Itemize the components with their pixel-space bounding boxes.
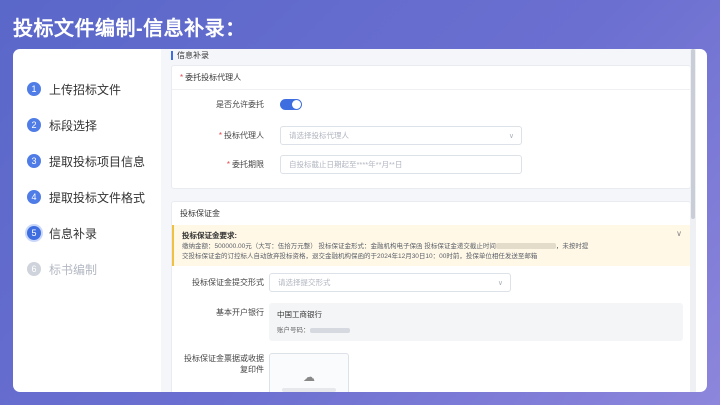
bank-account: 账户号码： (277, 324, 675, 334)
step-number: 6 (27, 262, 41, 276)
allow-delegation-toggle[interactable] (280, 99, 302, 110)
bank-name: 中国工商银行 (277, 310, 322, 319)
agent-panel-title-text: 委托投标代理人 (185, 73, 242, 82)
scrollbar[interactable] (690, 49, 696, 392)
step-label: 上传招标文件 (49, 82, 122, 97)
step-label: 提取投标项目信息 (49, 154, 146, 169)
chevron-down-icon: ∨ (508, 133, 514, 140)
deposit-form-placeholder: 请选择提交形式 (278, 278, 331, 287)
agent-panel-title: * 委托投标代理人 (172, 66, 690, 90)
step-2[interactable]: 2 标段选择 (27, 107, 157, 143)
period-label: * 委托期限 (226, 160, 264, 169)
agent-panel: * 委托投标代理人 是否允许委托 * 投标代理人 请选择投标代理人 ∨ * 委托期限 … (171, 65, 691, 189)
upload-row: 投标保证金票据或收据 复印件 ☁ (172, 353, 349, 392)
page-title: 投标文件编制-信息补录： (13, 18, 246, 40)
upload-label: 投标保证金票据或收据 复印件 (184, 354, 264, 374)
step-number: 1 (27, 82, 41, 96)
upload-dropzone[interactable]: ☁ (269, 353, 349, 392)
step-number: 4 (27, 190, 41, 204)
cloud-upload-icon: ☁ (303, 370, 315, 384)
allow-delegation-label: 是否允许委托 (216, 100, 264, 109)
deposit-form-select[interactable]: 请选择提交形式 ∨ (269, 273, 511, 292)
allow-delegation-row: 是否允许委托 (172, 99, 302, 110)
agent-select[interactable]: 请选择投标代理人 ∨ (280, 126, 522, 145)
step-label: 标书编制 (49, 262, 98, 277)
deposit-panel-title: 投标保证金 (172, 202, 690, 226)
agent-row: * 投标代理人 请选择投标代理人 ∨ (172, 126, 522, 145)
deposit-notice: 投标保证金要求: 缴纳金额：500000.00元（大写：伍拾万元整） 投标保证金… (172, 225, 692, 266)
wizard-card: 1 上传招标文件 2 标段选择 3 提取投标项目信息 4 提取投标文件格式 5 … (13, 49, 707, 392)
upload-hint (282, 388, 336, 392)
bank-label: 基本开户银行 (216, 308, 264, 317)
step-1[interactable]: 1 上传招标文件 (27, 71, 157, 107)
step-label: 信息补录 (49, 226, 98, 241)
step-4[interactable]: 4 提取投标文件格式 (27, 179, 157, 215)
chevron-down-icon[interactable]: ∨ (676, 229, 682, 238)
chevron-down-icon: ∨ (497, 280, 503, 287)
bank-row: 基本开户银行 中国工商银行 账户号码： (172, 303, 683, 341)
form-content: 信息补录 * 委托投标代理人 是否允许委托 * 投标代理人 请选择投标代理人 ∨ *… (161, 49, 696, 392)
step-5[interactable]: 5 信息补录 (27, 215, 157, 251)
period-input-placeholder: 自投标截止日期起至****年**月**日 (289, 160, 403, 169)
step-label: 提取投标文件格式 (49, 190, 146, 205)
bank-info: 中国工商银行 账户号码： (269, 303, 683, 341)
deposit-form-label: 投标保证金提交形式 (192, 278, 264, 287)
section-title: 信息补录 (171, 51, 209, 60)
agent-select-placeholder: 请选择投标代理人 (289, 131, 349, 140)
step-3[interactable]: 3 提取投标项目信息 (27, 143, 157, 179)
step-6: 6 标书编制 (27, 251, 157, 287)
notice-text: 缴纳金额：500000.00元（大写：伍拾万元整） 投标保证金形式：金融机构电子… (182, 243, 589, 260)
period-input[interactable]: 自投标截止日期起至****年**月**日 (280, 155, 522, 174)
notice-title: 投标保证金要求: (182, 231, 237, 240)
required-mark: * (180, 73, 184, 82)
scrollbar-thumb[interactable] (691, 49, 695, 219)
agent-label: * 投标代理人 (218, 131, 264, 140)
step-number: 3 (27, 154, 41, 168)
deposit-panel: 投标保证金 投标保证金要求: 缴纳金额：500000.00元（大写：伍拾万元整）… (171, 201, 692, 392)
step-number: 2 (27, 118, 41, 132)
deposit-form-row: 投标保证金提交形式 请选择提交形式 ∨ (172, 273, 511, 292)
period-row: * 委托期限 自投标截止日期起至****年**月**日 (172, 155, 522, 174)
step-label: 标段选择 (49, 118, 98, 133)
step-number: 5 (27, 226, 41, 240)
step-list: 1 上传招标文件 2 标段选择 3 提取投标项目信息 4 提取投标文件格式 5 … (27, 71, 157, 287)
